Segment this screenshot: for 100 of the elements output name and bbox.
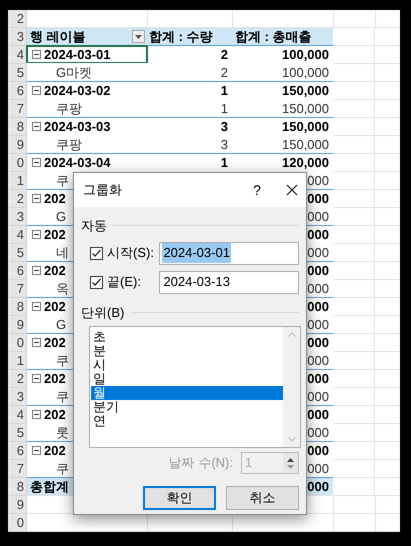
collapse-icon[interactable]	[32, 266, 41, 275]
checkbox[interactable]	[90, 276, 103, 288]
sales-cell: 150,000	[282, 118, 329, 135]
date-field[interactable]: 2024-03-01	[159, 242, 299, 264]
row-label: G마켓	[56, 64, 92, 81]
checkbox[interactable]	[90, 246, 103, 260]
row-label: 202	[32, 370, 66, 387]
ok-button[interactable]: 확인	[143, 486, 216, 510]
list-item[interactable]: 분기	[91, 400, 283, 414]
cancel-button[interactable]: 취소	[226, 486, 299, 510]
row-number: 7	[16, 280, 24, 297]
sales-cell: 000	[307, 478, 329, 495]
field-label: 끝(E):	[107, 273, 142, 292]
row-number: 4	[16, 46, 24, 63]
window-title: 그룹화	[83, 181, 123, 200]
list-item[interactable]: 시	[91, 358, 283, 372]
row-label: 네	[56, 244, 69, 261]
row-number: 9	[16, 496, 24, 513]
sales-cell: 000	[307, 370, 329, 387]
sales-cell: 000	[307, 280, 329, 297]
collapse-icon[interactable]	[32, 122, 41, 131]
row-number: 2	[16, 370, 24, 387]
caret-icon	[135, 34, 142, 38]
row-label: 202	[32, 334, 66, 351]
row-label: 202	[32, 442, 66, 459]
row-label: 옥	[56, 280, 69, 297]
row-number: 5	[16, 244, 24, 261]
row-label: 쿠팡	[56, 100, 82, 117]
collapse-icon[interactable]	[32, 446, 41, 455]
row-number: 3	[16, 28, 24, 45]
row-number: 8	[16, 298, 24, 315]
sales-cell: 000	[307, 262, 329, 279]
row-label: 2024-03-02	[32, 82, 110, 99]
row-label: 쿠	[56, 388, 69, 405]
list-item[interactable]: 분	[91, 344, 283, 358]
sales-cell: 000	[307, 316, 329, 333]
row-number: 6	[16, 262, 24, 279]
sales-cell: 000	[307, 208, 329, 225]
row-label: 쿠	[56, 352, 69, 369]
collapse-icon[interactable]	[32, 230, 41, 239]
row-number: 0	[16, 154, 24, 171]
header-cell: 행 레이블	[30, 28, 86, 45]
row-label: 202	[32, 298, 66, 315]
collapse-icon[interactable]	[32, 86, 41, 95]
sales-cell: 150,000	[282, 136, 329, 153]
sales-cell: 000	[307, 424, 329, 441]
row-label: 202	[32, 406, 66, 423]
sales-cell: 000	[307, 334, 329, 351]
spin-up-icon[interactable]	[287, 458, 294, 462]
sales-cell: 000	[307, 298, 329, 315]
row-number: 4	[16, 226, 24, 243]
field-label: 시작(S):	[107, 244, 155, 262]
close-icon[interactable]	[286, 184, 298, 196]
row-label: 2024-03-04	[32, 154, 110, 171]
collapse-icon[interactable]	[32, 338, 41, 347]
row-label: G	[56, 316, 66, 333]
sales-cell: 000	[307, 226, 329, 243]
collapse-icon[interactable]	[32, 194, 41, 203]
row-number: 5	[16, 424, 24, 441]
sales-cell: 150,000	[282, 100, 329, 117]
row-number: 1	[16, 172, 24, 189]
row-number: 8	[16, 118, 24, 135]
row-label: 쿠	[56, 172, 69, 189]
row-label: 2024-03-03	[32, 118, 110, 135]
total-label: 총합계	[30, 478, 69, 495]
quantity-cell: 1	[220, 82, 228, 99]
row-label: 202	[32, 190, 66, 207]
row-number: 3	[16, 208, 24, 225]
row-label: G	[56, 208, 66, 225]
date-field[interactable]: 2024-03-13	[159, 270, 299, 294]
collapse-icon[interactable]	[32, 410, 41, 419]
row-number: 9	[16, 136, 24, 153]
collapse-icon[interactable]	[32, 374, 41, 383]
row-number: 3	[16, 388, 24, 405]
row-label: 쿠팡	[56, 136, 82, 153]
collapse-icon[interactable]	[32, 158, 41, 167]
list-item[interactable]: 연	[91, 414, 283, 428]
row-number: 2	[16, 190, 24, 207]
sales-cell: 000	[307, 352, 329, 369]
sales-cell: 100,000	[282, 64, 329, 81]
help-button[interactable]: ?	[246, 180, 268, 200]
sales-cell: 000	[307, 244, 329, 261]
row-number: 4	[16, 406, 24, 423]
field-label: 날짜 수(N):	[168, 454, 233, 472]
row-label: 2024-03-01	[27, 46, 147, 63]
row-number: 5	[16, 64, 24, 81]
list-item[interactable]: 초	[91, 330, 283, 344]
row-label: 롯	[56, 424, 69, 441]
row-label: 202	[32, 226, 66, 243]
list-item[interactable]: 일	[91, 372, 283, 386]
list-item[interactable]: 월	[91, 386, 283, 400]
unit-list[interactable]: 초 분 시 일 월 분기 연	[89, 326, 301, 448]
collapse-icon[interactable]	[32, 302, 41, 311]
filter-dropdown[interactable]	[132, 30, 145, 43]
quantity-cell: 1	[220, 100, 228, 117]
sales-cell: 100,000	[282, 46, 329, 63]
collapse-icon[interactable]	[32, 50, 41, 59]
row-number: 8	[16, 478, 24, 495]
quantity-cell: 2	[220, 64, 228, 81]
row-number: 9	[16, 316, 24, 333]
